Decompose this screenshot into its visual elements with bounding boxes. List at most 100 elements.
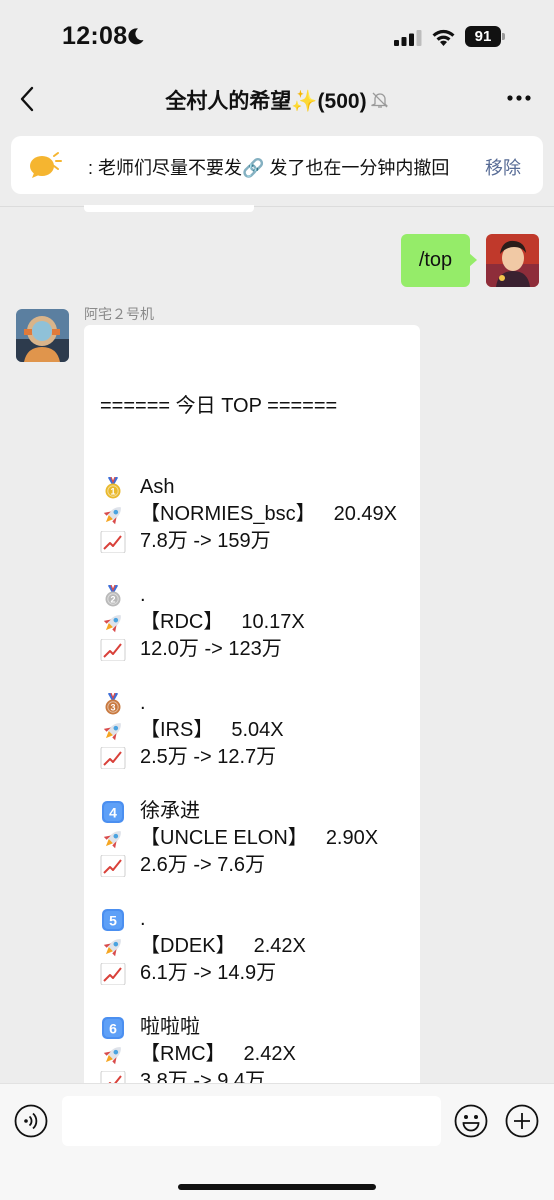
entry-range-line: 2.6万 -> 7.6万 [100, 852, 397, 879]
entry-token-line: 【UNCLE ELON】 2.90X [100, 825, 397, 852]
entry-token-line: 【NORMIES_bsc】 20.49X [100, 501, 397, 528]
svg-text:2: 2 [110, 594, 115, 604]
rocket-icon [103, 506, 121, 524]
rocket-icon [103, 1046, 121, 1064]
previous-message-bubble [84, 205, 254, 212]
emoji-picker-icon[interactable] [454, 1104, 488, 1138]
entry-range: 2.6万 -> 7.6万 [140, 854, 266, 876]
moon-icon [128, 28, 144, 45]
battery-tip [502, 33, 505, 40]
entry-spacer [100, 555, 397, 582]
rocket-icon [103, 830, 121, 848]
chart-up-icon [100, 746, 126, 769]
svg-text:1: 1 [110, 486, 115, 496]
entry-range: 12.0万 -> 123万 [140, 638, 282, 660]
entry-multiple: 20.49X [333, 503, 397, 525]
wifi-icon [432, 29, 455, 46]
announcement-bubble-icon [30, 152, 62, 178]
chart-up-icon [100, 854, 126, 877]
entry-token: 【IRS】 [140, 719, 214, 741]
entry-spacer [100, 879, 397, 906]
entry-rank-line: 3. [100, 690, 397, 717]
chat-title-text: 全村人的希望✨(500) [165, 90, 367, 113]
message-input-bar [0, 1083, 554, 1200]
top-list: 1 Ash 【NORMIES_bsc】 20.49X 7.8万 -> 159万 2. 【RD… [100, 474, 397, 1125]
rocket-icon [103, 938, 121, 956]
entry-token-line: 【RDC】 10.17X [100, 609, 397, 636]
chat-header: 全村人的希望✨(500) [0, 72, 554, 128]
entry-name: . [140, 908, 146, 930]
entry-multiple: 10.17X [241, 611, 305, 633]
rocket-icon [103, 722, 121, 740]
chat-title: 全村人的希望✨(500) [0, 85, 554, 115]
entry-range: 2.5万 -> 12.7万 [140, 746, 277, 768]
pinned-notice[interactable]: : 老师们尽量不要发🔗 发了也在一分钟内撤回 移除 [11, 136, 543, 194]
cellular-signal-icon [394, 30, 422, 46]
chart-up-icon [100, 962, 126, 985]
entry-name: 徐承进 [140, 800, 200, 822]
keycap-4-icon: 4 [102, 800, 124, 823]
remove-notice-button[interactable]: 移除 [485, 154, 521, 180]
bot-message-bubble[interactable]: ====== 今日 TOP ====== 1 Ash 【NORMIES_bsc】 20… [84, 325, 420, 1125]
voice-input-icon[interactable] [14, 1104, 48, 1138]
my-message-bubble[interactable]: /top [401, 234, 477, 287]
entry-token-line: 【IRS】 5.04X [100, 717, 397, 744]
entry-rank-line: 2. [100, 582, 397, 609]
entry-multiple: 2.42X [243, 1043, 296, 1065]
silver-medal-icon: 2 [105, 584, 121, 606]
battery-indicator: 91 [465, 26, 505, 47]
entry-token: 【UNCLE ELON】 [140, 827, 308, 849]
more-options-icon[interactable] [506, 94, 532, 102]
svg-text:4: 4 [109, 804, 117, 820]
my-avatar[interactable] [486, 234, 539, 287]
entry-token: 【RDC】 [140, 611, 224, 633]
bot-message-content: ====== 今日 TOP ====== 1 Ash 【NORMIES_bsc】 20… [100, 339, 397, 1125]
svg-text:5: 5 [109, 912, 117, 928]
entry-rank-line: 1 Ash [100, 474, 397, 501]
gold-medal-icon: 1 [105, 476, 121, 498]
keycap-6-icon: 6 [102, 1016, 124, 1039]
entry-token: 【RMC】 [140, 1043, 226, 1065]
entry-token-line: 【RMC】 2.42X [100, 1041, 397, 1068]
message-text-input[interactable] [62, 1096, 441, 1146]
entry-name: Ash [140, 476, 175, 498]
entry-range: 6.1万 -> 14.9万 [140, 962, 277, 984]
entry-rank-line: 6 啦啦啦 [100, 1014, 397, 1041]
svg-text:6: 6 [109, 1020, 117, 1036]
entry-token: 【DDEK】 [140, 935, 236, 957]
entry-spacer [100, 771, 397, 798]
svg-text:3: 3 [110, 702, 115, 712]
entry-token: 【NORMIES_bsc】 [140, 503, 316, 525]
entry-rank-line: 5. [100, 906, 397, 933]
chart-up-icon [100, 530, 126, 553]
bot-avatar[interactable] [16, 309, 69, 362]
entry-range-line: 2.5万 -> 12.7万 [100, 744, 397, 771]
bot-sender-name: 阿宅２号机 [84, 306, 154, 322]
entry-range-line: 6.1万 -> 14.9万 [100, 960, 397, 987]
mute-bell-icon [370, 92, 388, 108]
entry-token-line: 【DDEK】 2.42X [100, 933, 397, 960]
status-bar: 12:08 91 [0, 0, 554, 72]
entry-rank-line: 4 徐承进 [100, 798, 397, 825]
entry-range-line: 7.8万 -> 159万 [100, 528, 397, 555]
entry-spacer [100, 987, 397, 1014]
home-indicator [178, 1184, 376, 1190]
keycap-5-icon: 5 [102, 908, 124, 931]
top-list-header: ====== 今日 TOP ====== [100, 395, 338, 417]
entry-name: . [140, 584, 146, 606]
entry-name: . [140, 692, 146, 714]
notice-text: : 老师们尽量不要发🔗 发了也在一分钟内撤回 [88, 158, 450, 178]
entry-range-line: 12.0万 -> 123万 [100, 636, 397, 663]
entry-range: 7.8万 -> 159万 [140, 530, 271, 552]
rocket-icon [103, 614, 121, 632]
entry-multiple: 5.04X [231, 719, 284, 741]
entry-multiple: 2.42X [253, 935, 306, 957]
bronze-medal-icon: 3 [105, 692, 121, 714]
entry-name: 啦啦啦 [140, 1016, 200, 1038]
status-time: 12:08 [62, 22, 128, 50]
chart-up-icon [100, 638, 126, 661]
more-functions-plus-icon[interactable] [505, 1104, 539, 1138]
battery-level: 91 [465, 26, 501, 47]
entry-spacer [100, 663, 397, 690]
entry-multiple: 2.90X [325, 827, 379, 849]
